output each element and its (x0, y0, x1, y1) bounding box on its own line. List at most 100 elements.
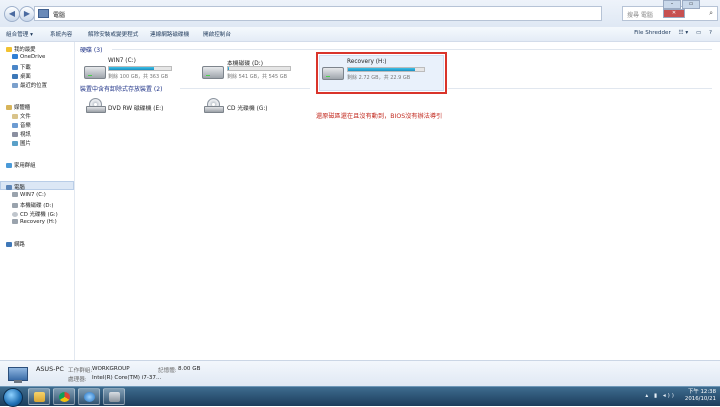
desktop-icon (12, 74, 18, 79)
drive-icon (12, 219, 18, 224)
help-icon[interactable]: ? (709, 30, 712, 36)
uninstall-program-button[interactable]: 解除安裝或變更程式 (88, 30, 138, 38)
folder-icon (34, 392, 45, 402)
workgroup-value: WORKGROUP (92, 366, 130, 372)
address-path: 電腦 (53, 12, 66, 19)
group-header-hard-disks[interactable]: 硬碟 (3) (80, 45, 102, 54)
nav-videos[interactable]: 視訊 (12, 130, 31, 138)
drive-name: WIN7 (C:) (108, 58, 136, 64)
search-placeholder: 搜尋 電腦 (627, 12, 653, 19)
picture-icon (12, 141, 18, 146)
drive-free-space: 剩餘 541 GB，共 545 GB (227, 74, 288, 80)
clock[interactable]: 下午 12:38 2016/10/21 (685, 389, 716, 403)
taskbar-app[interactable] (103, 388, 125, 405)
memory-label: 記憶體: (158, 368, 177, 374)
nav-drive-h[interactable]: Recovery (H:) (12, 219, 57, 225)
computer-icon (6, 185, 12, 190)
hard-drive-icon (84, 66, 106, 79)
drive-usage-fill (228, 67, 229, 70)
system-tray-icons[interactable]: ▴ ▮ ◂)) (645, 393, 676, 399)
computer-icon (8, 367, 28, 383)
search-icon: ⌕ (709, 9, 713, 17)
workgroup-label: 工作群組: (68, 368, 93, 374)
control-panel-button[interactable]: 開啟控制台 (203, 30, 231, 38)
taskbar-ie[interactable] (78, 388, 100, 405)
nav-libraries[interactable]: 媒體櫃 (6, 103, 30, 111)
document-icon (12, 114, 18, 119)
address-field[interactable]: 電腦 (34, 6, 602, 21)
annotation-text: 還原磁區還在且沒有動到，BIOS沒有辦法導引 (316, 113, 443, 120)
computer-icon (38, 9, 49, 18)
nav-music[interactable]: 音樂 (12, 121, 31, 129)
homegroup-icon (6, 163, 12, 168)
pc-name: ASUS-PC (36, 365, 64, 373)
nav-desktop[interactable]: 桌面 (12, 72, 31, 80)
close-button[interactable]: ✕ (663, 9, 685, 18)
download-icon (12, 65, 18, 70)
maximize-button[interactable]: ▭ (682, 0, 700, 9)
file-shredder-button[interactable]: File Shredder (634, 30, 671, 36)
group-divider (448, 88, 712, 89)
taskbar: ▴ ▮ ◂)) 下午 12:38 2016/10/21 (0, 386, 720, 407)
processor-label: 處理器: (68, 377, 87, 383)
nav-documents[interactable]: 文件 (12, 112, 31, 120)
drive-icon (12, 192, 18, 197)
cd-drive-icon (204, 98, 224, 113)
network-icon (6, 242, 12, 247)
group-header-removable[interactable]: 裝置中含有卸除式存放裝置 (2) (80, 84, 162, 93)
details-pane: ASUS-PC 工作群組: WORKGROUP 記憶體: 8.00 GB 處理器… (0, 360, 720, 387)
nav-homegroup[interactable]: 家用群組 (6, 161, 36, 169)
cd-drive-icon (12, 212, 18, 217)
nav-drive-d[interactable]: 本機磁碟 (D:) (12, 201, 53, 209)
library-icon (6, 105, 12, 110)
start-button[interactable] (3, 388, 23, 407)
minimize-button[interactable]: – (663, 0, 681, 9)
highlight-box (316, 52, 447, 94)
drive-usage-bar (227, 66, 291, 71)
processor-value: Intel(R) Core(TM) i7-37... (92, 375, 162, 381)
device-name: DVD RW 磁碟機 (E:) (108, 106, 164, 112)
drive-icon (12, 203, 18, 208)
dvd-drive-icon (86, 98, 106, 113)
taskbar-chrome[interactable] (53, 388, 75, 405)
drive-usage-bar (108, 66, 172, 71)
nav-computer[interactable]: 電腦 (6, 183, 25, 191)
nav-recent[interactable]: 最近的位置 (12, 81, 47, 89)
device-name: CD 光碟機 (G:) (227, 106, 268, 112)
nav-onedrive[interactable]: OneDrive (12, 54, 45, 60)
navigation-pane: 我的最愛 OneDrive 下載 桌面 最近的位置 媒體櫃 文件 音樂 視訊 圖… (0, 42, 75, 360)
nav-drive-g[interactable]: CD 光碟機 (G:) (12, 210, 58, 218)
command-bar: 組合管理 ▾ 系統內容 解除安裝或變更程式 連線網路磁碟機 開啟控制台 File… (0, 27, 720, 42)
chrome-icon (59, 392, 70, 402)
cloud-icon (12, 54, 18, 59)
toolbar-right: File Shredder ☷ ▾ ▭ ? (628, 30, 712, 36)
window-controls: – ▭ ✕ (662, 0, 718, 18)
drive-free-space: 剩餘 100 GB，共 363 GB (108, 74, 169, 80)
clock-date: 2016/10/21 (684, 396, 716, 402)
back-button[interactable]: ◀ (4, 6, 20, 22)
nav-pictures[interactable]: 圖片 (12, 139, 31, 147)
group-divider (112, 49, 712, 50)
forward-button[interactable]: ▶ (19, 6, 35, 22)
organize-button[interactable]: 組合管理 ▾ (6, 30, 33, 38)
map-network-drive-button[interactable]: 連線網路磁碟機 (150, 30, 189, 38)
video-icon (12, 132, 18, 137)
memory-value: 8.00 GB (178, 366, 201, 372)
nav-downloads[interactable]: 下載 (12, 63, 31, 71)
music-icon (12, 123, 18, 128)
window-icon (109, 392, 120, 402)
drive-usage-fill (109, 67, 154, 70)
view-options-icon[interactable]: ☷ ▾ (679, 30, 689, 36)
star-icon (6, 47, 12, 52)
hard-drive-icon (202, 66, 224, 79)
nav-drive-c[interactable]: WIN7 (C:) (12, 192, 46, 198)
group-divider (180, 88, 310, 89)
clock-time: 下午 12:38 (687, 389, 716, 395)
system-properties-button[interactable]: 系統內容 (50, 30, 72, 38)
nav-network[interactable]: 網路 (6, 240, 25, 248)
preview-pane-icon[interactable]: ▭ (696, 30, 701, 36)
nav-favorites[interactable]: 我的最愛 (6, 45, 36, 53)
taskbar-explorer[interactable] (28, 388, 50, 405)
recent-places-icon (12, 83, 18, 88)
address-bar: ◀ ▶ 電腦 搜尋 電腦 ⌕ – ▭ ✕ (0, 0, 720, 28)
